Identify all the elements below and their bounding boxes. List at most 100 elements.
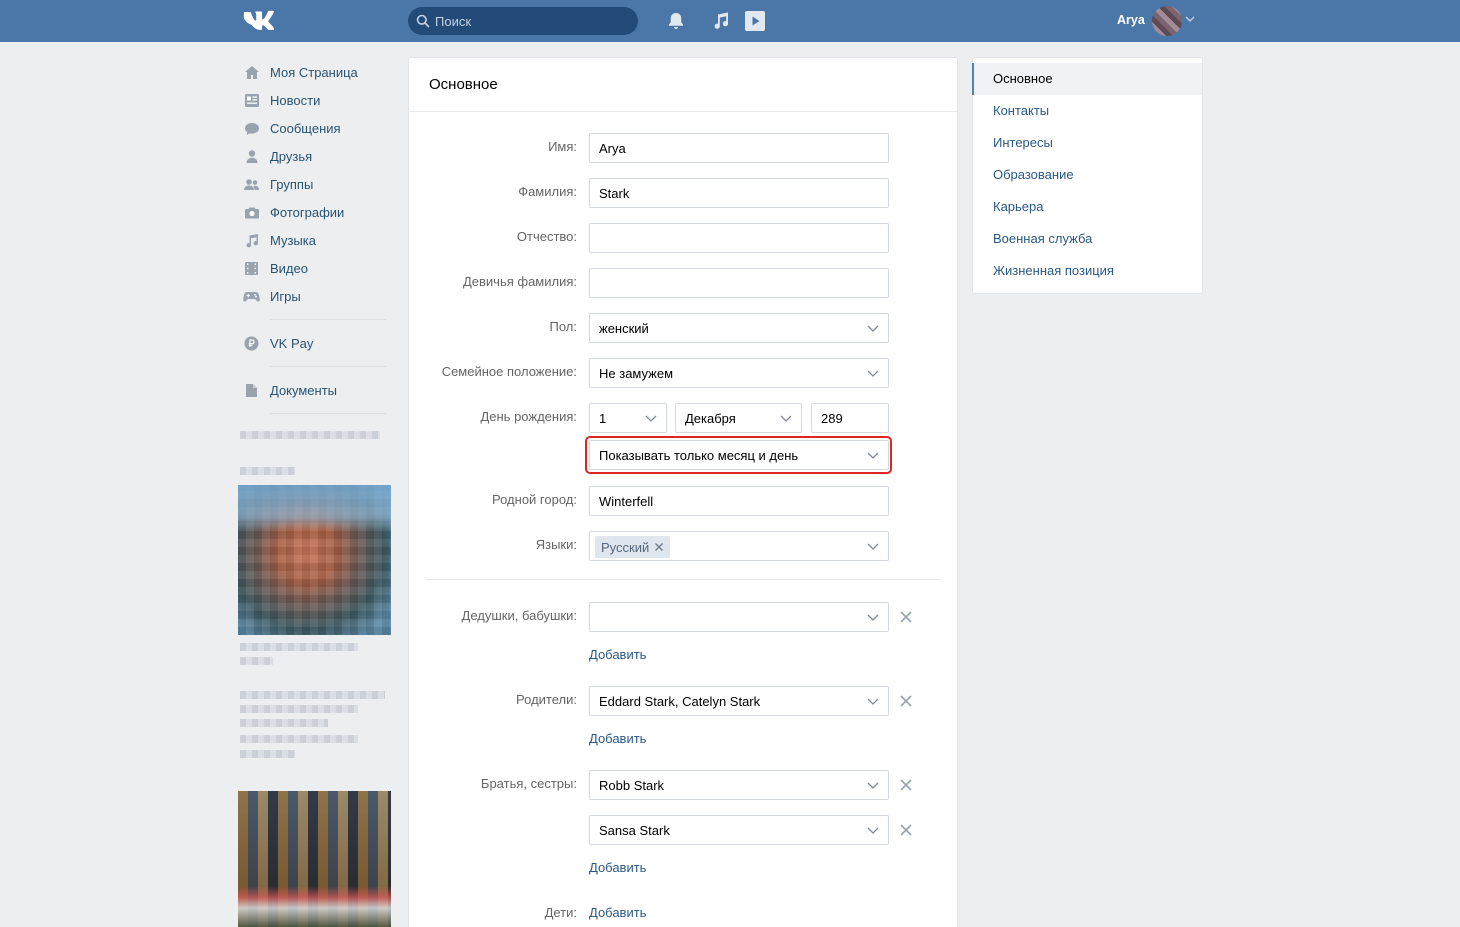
birthday-day-select[interactable]: 1 xyxy=(589,403,667,433)
remove-icon[interactable] xyxy=(899,694,913,708)
sidebar-item-my-page[interactable]: Моя Страница xyxy=(243,58,393,86)
sidebar-item-friends[interactable]: Друзья xyxy=(243,142,393,170)
sidebar-item-documents[interactable]: Документы xyxy=(243,376,393,404)
user-name[interactable]: Arya xyxy=(1117,13,1145,27)
menu-item-contacts[interactable]: Контакты xyxy=(973,95,1202,127)
maiden-name-field[interactable] xyxy=(589,268,889,298)
relationship-value: Не замужем xyxy=(599,366,674,381)
left-sidebar: Моя Страница Новости Сообщения Друзья Гр… xyxy=(243,58,393,423)
sidebar-item-photos[interactable]: Фотографии xyxy=(243,198,393,226)
add-parent-link[interactable]: Добавить xyxy=(589,731,646,746)
blurred-text xyxy=(240,719,328,727)
video-icon xyxy=(243,260,260,277)
birthday-month-select[interactable]: Декабря xyxy=(675,403,802,433)
add-child-link[interactable]: Добавить xyxy=(589,905,646,920)
search-input[interactable] xyxy=(435,7,630,35)
sibling-select[interactable]: Robb Stark xyxy=(589,770,889,800)
gamepad-icon xyxy=(243,288,260,305)
patronymic-field[interactable] xyxy=(589,223,889,253)
patronymic-label: Отчество: xyxy=(516,229,577,244)
hometown-field[interactable] xyxy=(589,486,889,516)
relationship-select[interactable]: Не замужем xyxy=(589,358,889,388)
sidebar-divider xyxy=(270,319,386,320)
menu-item-career[interactable]: Карьера xyxy=(973,191,1202,223)
blurred-text xyxy=(240,705,358,713)
hometown-input[interactable] xyxy=(590,487,888,515)
sidebar-item-news[interactable]: Новости xyxy=(243,86,393,114)
blurred-text xyxy=(240,691,385,699)
parents-select[interactable]: Eddard Stark, Catelyn Stark xyxy=(589,686,889,716)
blurred-text xyxy=(240,750,295,758)
first-name-field[interactable] xyxy=(589,133,889,163)
blurred-text xyxy=(240,431,380,439)
music-note-icon[interactable] xyxy=(710,10,732,32)
blurred-ad-image[interactable] xyxy=(238,485,391,635)
birthday-year-input[interactable] xyxy=(812,404,888,432)
settings-menu: Основное Контакты Интересы Образование К… xyxy=(972,57,1203,294)
blurred-ad-image[interactable] xyxy=(238,791,391,927)
patronymic-input[interactable] xyxy=(590,224,888,252)
music-icon xyxy=(243,232,260,249)
sex-select[interactable]: женский xyxy=(589,313,889,343)
parents-label: Родители: xyxy=(516,692,577,707)
birthday-year-field[interactable] xyxy=(811,403,889,433)
sidebar-item-groups[interactable]: Группы xyxy=(243,170,393,198)
sex-value: женский xyxy=(599,321,649,336)
birthday-label: День рождения: xyxy=(480,409,577,424)
sidebar-item-video[interactable]: Видео xyxy=(243,254,393,282)
sidebar-divider xyxy=(270,366,386,367)
relationship-label: Семейное положение: xyxy=(441,364,577,379)
blurred-text xyxy=(240,643,358,651)
languages-label: Языки: xyxy=(535,537,577,552)
sibling-select[interactable]: Sansa Stark xyxy=(589,815,889,845)
maiden-name-input[interactable] xyxy=(590,269,888,297)
remove-icon[interactable] xyxy=(899,778,913,792)
search-box[interactable] xyxy=(408,7,638,35)
sidebar-item-vk-pay[interactable]: VK Pay xyxy=(243,329,393,357)
menu-item-basic[interactable]: Основное xyxy=(972,63,1202,95)
menu-item-military[interactable]: Военная служба xyxy=(973,223,1202,255)
menu-item-interests[interactable]: Интересы xyxy=(973,127,1202,159)
avatar[interactable] xyxy=(1152,6,1182,36)
first-name-label: Имя: xyxy=(548,139,577,154)
blurred-text xyxy=(240,657,273,665)
add-sibling-link[interactable]: Добавить xyxy=(589,860,646,875)
chevron-down-icon xyxy=(780,415,792,422)
remove-icon[interactable] xyxy=(899,610,913,624)
remove-icon[interactable] xyxy=(899,823,913,837)
birthday-visibility-select[interactable]: Показывать только месяц и день xyxy=(589,440,889,470)
ruble-icon xyxy=(243,335,260,352)
add-grandparent-link[interactable]: Добавить xyxy=(589,647,646,662)
menu-item-education[interactable]: Образование xyxy=(973,159,1202,191)
maiden-name-label: Девичья фамилия: xyxy=(462,274,577,289)
section-divider xyxy=(426,579,940,580)
chevron-down-icon xyxy=(867,452,879,459)
sidebar-item-music[interactable]: Музыка xyxy=(243,226,393,254)
messages-icon xyxy=(243,120,260,137)
remove-tag-icon[interactable] xyxy=(654,542,664,552)
sidebar-item-messages[interactable]: Сообщения xyxy=(243,114,393,142)
friends-icon xyxy=(243,148,260,165)
first-name-input[interactable] xyxy=(590,134,888,162)
birthday-month-value: Декабря xyxy=(685,411,736,426)
last-name-field[interactable] xyxy=(589,178,889,208)
children-label: Дети: xyxy=(544,905,577,920)
parents-value: Eddard Stark, Catelyn Stark xyxy=(599,694,761,709)
vk-logo-icon[interactable] xyxy=(243,10,277,32)
menu-item-life-position[interactable]: Жизненная позиция xyxy=(973,255,1202,287)
grandparents-label: Дедушки, бабушки: xyxy=(461,608,577,623)
blurred-text xyxy=(240,735,358,743)
grandparents-select[interactable] xyxy=(589,602,889,632)
edit-profile-card: Основное Имя: Фамилия: Отчество: Девичья… xyxy=(408,57,958,927)
chevron-down-icon xyxy=(867,370,879,377)
groups-icon xyxy=(243,176,260,193)
bell-icon[interactable] xyxy=(665,10,687,32)
chevron-down-icon[interactable] xyxy=(1185,16,1195,22)
sibling-value: Sansa Stark xyxy=(599,823,670,838)
last-name-label: Фамилия: xyxy=(518,184,577,199)
sidebar-item-games[interactable]: Игры xyxy=(243,282,393,310)
play-icon[interactable] xyxy=(744,10,766,32)
hometown-label: Родной город: xyxy=(492,492,577,507)
last-name-input[interactable] xyxy=(590,179,888,207)
languages-select[interactable]: Русский xyxy=(589,531,889,561)
